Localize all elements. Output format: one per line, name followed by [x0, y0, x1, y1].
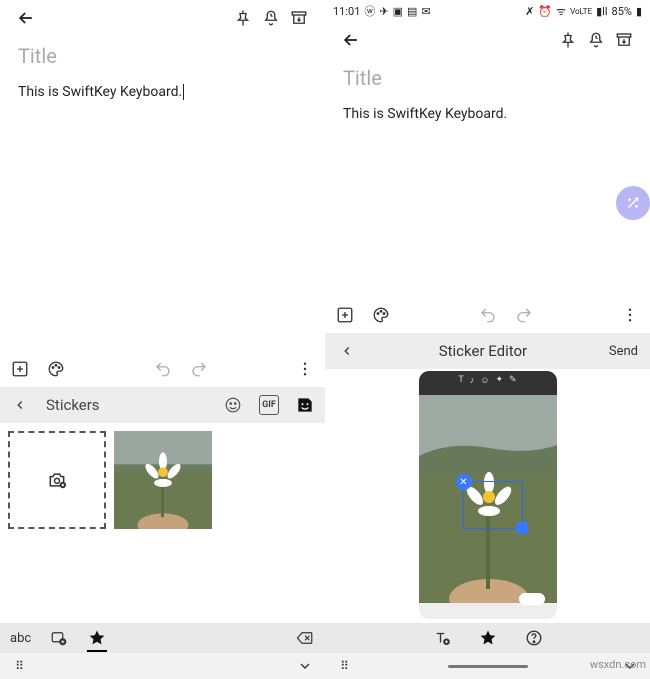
app-top-bar [325, 22, 650, 58]
reminder-icon[interactable] [257, 4, 285, 32]
keyboard-bottom-row [325, 623, 650, 653]
battery-pct: 85% [612, 5, 632, 18]
add-sticker-tile[interactable] [8, 431, 106, 529]
sticker-grid [0, 423, 325, 623]
notif-icon: ▤ [407, 5, 417, 18]
sticker-preview[interactable]: T ♪ ☺ ✦ ✎ ✕ [419, 371, 557, 619]
stickers-header: Stickers GIF [0, 387, 325, 423]
archive-icon[interactable] [285, 4, 313, 32]
watermark: wsxdn.com [590, 658, 646, 671]
note-format-bar [0, 351, 325, 387]
overflow-icon[interactable] [295, 359, 315, 379]
right-pane: 11:01 ⓦ ✈ ▣ ▤ ✉ ✗ ⏰ ᯤ VoLTE ▮ll 85% ▮ [325, 0, 650, 679]
sticker-editor-body: T ♪ ☺ ✦ ✎ ✕ [325, 369, 650, 623]
preview-text-icon[interactable]: T [458, 375, 463, 391]
sticker-picker-icon[interactable] [49, 628, 69, 648]
battery-icon: ▮ [636, 5, 642, 18]
magic-fab-icon[interactable] [616, 186, 650, 220]
sticker-editor-header: Sticker Editor Send [325, 333, 650, 369]
undo-icon[interactable] [153, 359, 173, 379]
reminder-icon[interactable] [582, 26, 610, 54]
undo-icon[interactable] [478, 305, 498, 325]
crop-close-icon[interactable]: ✕ [456, 474, 472, 490]
dnd-icon: ✗ [525, 5, 534, 18]
add-box-icon[interactable] [335, 305, 355, 325]
palette-icon[interactable] [371, 305, 391, 325]
pin-icon[interactable] [554, 26, 582, 54]
preview-sparkle-icon[interactable]: ✦ [495, 375, 503, 391]
note-title-placeholder[interactable]: Title [343, 66, 632, 90]
chevron-left-icon[interactable] [10, 395, 30, 415]
note-body[interactable]: This is SwiftKey Keyboard. [343, 106, 632, 122]
status-time: 11:01 [333, 5, 360, 18]
keyboard-grid-icon[interactable]: ⠿ [10, 656, 30, 676]
home-indicator[interactable] [448, 665, 528, 668]
sticker-thumbnail[interactable] [114, 431, 212, 529]
abc-button[interactable]: abc [10, 631, 31, 646]
keyboard-grid-icon[interactable]: ⠿ [335, 656, 355, 676]
note-area[interactable]: Title This is SwiftKey Keyboard. [0, 36, 325, 108]
note-body[interactable]: This is SwiftKey Keyboard. [18, 84, 307, 100]
whatsapp-icon: ⓦ [364, 3, 375, 19]
app-top-bar [0, 0, 325, 36]
add-box-icon[interactable] [10, 359, 30, 379]
sticker-tab-icon[interactable] [295, 395, 315, 415]
redo-icon[interactable] [189, 359, 209, 379]
mail-icon: ✉ [421, 5, 430, 18]
back-icon[interactable] [12, 4, 40, 32]
note-format-bar [325, 297, 650, 333]
overflow-icon[interactable] [620, 305, 640, 325]
status-bar: 11:01 ⓦ ✈ ▣ ▤ ✉ ✗ ⏰ ᯤ VoLTE ▮ll 85% ▮ [325, 0, 650, 22]
send-button[interactable]: Send [609, 344, 638, 359]
telegram-icon: ✈ [379, 5, 388, 18]
note-title-placeholder[interactable]: Title [18, 44, 307, 68]
keyboard-bottom-row: abc [0, 623, 325, 653]
crop-resize-handle[interactable] [516, 522, 528, 534]
palette-icon[interactable] [46, 359, 66, 379]
preview-toolbar: T ♪ ☺ ✦ ✎ [419, 375, 557, 391]
help-icon[interactable] [524, 628, 544, 648]
preview-music-icon[interactable]: ♪ [470, 375, 475, 391]
back-icon[interactable] [337, 26, 365, 54]
signal-icon: ▮ll [596, 5, 607, 18]
camera-add-icon [47, 470, 67, 490]
archive-icon[interactable] [610, 26, 638, 54]
gif-icon[interactable]: GIF [259, 395, 279, 415]
text-cursor [182, 84, 184, 100]
backspace-icon[interactable] [295, 628, 315, 648]
left-pane: Title This is SwiftKey Keyboard. Sticker… [0, 0, 325, 679]
note-area[interactable]: Title This is SwiftKey Keyboard. [325, 58, 650, 130]
volte-icon: VoLTE [570, 7, 592, 16]
chevron-down-icon[interactable] [295, 656, 315, 676]
preview-draw-icon[interactable]: ✎ [509, 375, 517, 391]
alarm-icon: ⏰ [538, 5, 552, 18]
stickers-title: Stickers [46, 396, 100, 414]
emoji-icon[interactable] [223, 395, 243, 415]
preview-sticker-icon[interactable]: ☺ [480, 375, 489, 391]
message-icon: ▣ [393, 5, 403, 18]
wifi-icon: ᯤ [556, 4, 566, 19]
pin-icon[interactable] [229, 4, 257, 32]
star-tab-icon[interactable] [478, 628, 498, 648]
crop-selection[interactable]: ✕ [463, 481, 523, 529]
star-tab-icon[interactable] [87, 628, 107, 648]
redo-icon[interactable] [514, 305, 534, 325]
sticker-editor-title: Sticker Editor [357, 342, 609, 360]
chevron-left-icon[interactable] [337, 341, 357, 361]
text-add-icon[interactable] [432, 628, 452, 648]
nav-bar: ⠿ [0, 653, 325, 679]
